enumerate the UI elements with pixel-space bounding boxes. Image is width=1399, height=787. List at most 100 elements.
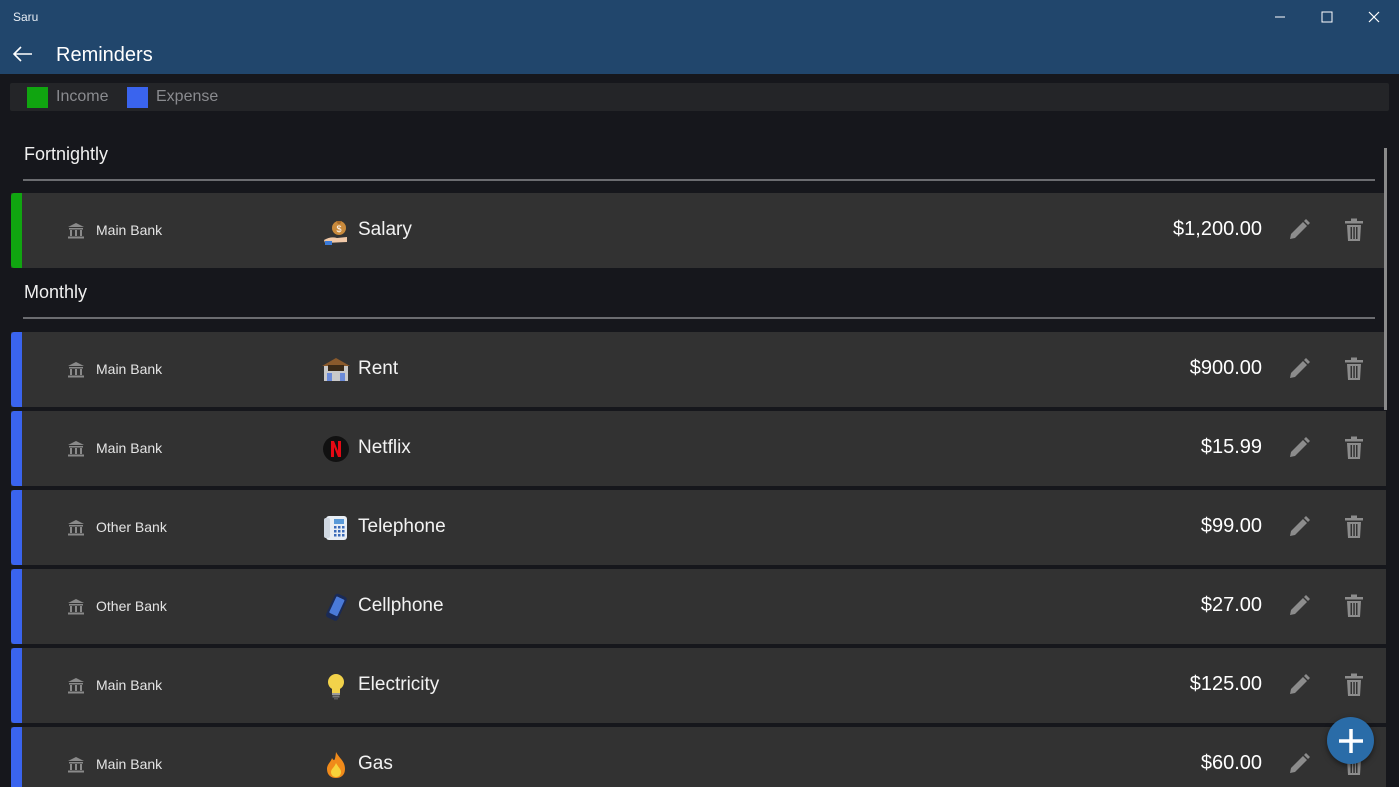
scrollbar[interactable] — [1384, 148, 1387, 410]
category-name: Gas — [358, 753, 393, 774]
bank-icon — [67, 519, 85, 536]
legend-label: Expense — [156, 88, 219, 105]
reminder-list[interactable]: Fortnightly Main Bank $ Salary $1,200.00 Mont… — [0, 112, 1399, 787]
bank-icon — [68, 757, 84, 773]
edit-button[interactable] — [1286, 514, 1312, 540]
trash-icon — [1345, 436, 1363, 459]
expense-indicator — [11, 490, 22, 565]
close-icon — [1368, 11, 1380, 23]
expense-indicator — [11, 648, 22, 723]
legend: Income Expense — [10, 83, 1389, 111]
pencil-icon — [1290, 753, 1310, 773]
bank-name: Main Bank — [96, 361, 163, 377]
back-button[interactable] — [8, 40, 38, 68]
category-name: Netflix — [358, 437, 411, 458]
close-button[interactable] — [1351, 4, 1397, 30]
delete-button[interactable] — [1342, 672, 1366, 698]
edit-button[interactable] — [1286, 751, 1312, 777]
reminder-row[interactable]: Main Bank Netflix $15.99 — [11, 411, 1386, 486]
amount: $15.99 — [1200, 436, 1262, 458]
page-title: Reminders — [56, 44, 153, 66]
edit-button[interactable] — [1286, 672, 1312, 698]
trash-icon — [1345, 594, 1363, 617]
reminder-row[interactable]: Main Bank Rent $900.00 — [11, 332, 1386, 407]
bank-icon — [67, 361, 85, 378]
money-bag-icon: $ — [320, 215, 352, 247]
expense-swatch — [127, 86, 148, 108]
bank-icon — [68, 223, 84, 239]
bank-icon — [67, 756, 85, 773]
trash-icon — [1345, 357, 1363, 380]
bank-icon — [67, 677, 85, 694]
minimize-button[interactable] — [1257, 4, 1303, 30]
house-icon — [320, 354, 352, 386]
group-divider — [23, 317, 1375, 319]
bank-icon — [68, 599, 84, 615]
legend-label: Income — [56, 88, 109, 105]
reminder-row[interactable]: Main Bank $ Salary $1,200.00 — [11, 193, 1386, 268]
bank-icon — [68, 678, 84, 694]
income-swatch — [27, 86, 48, 108]
bank-name: Main Bank — [96, 222, 163, 238]
amount: $60.00 — [1200, 752, 1262, 774]
bank-name: Main Bank — [96, 440, 163, 456]
edit-button[interactable] — [1286, 435, 1312, 461]
legend-item-expense: Expense — [127, 86, 219, 108]
pencil-icon — [1290, 674, 1310, 694]
category-name: Rent — [358, 358, 399, 379]
pencil-icon — [1290, 595, 1310, 615]
bank-icon — [68, 362, 84, 378]
group-divider — [23, 179, 1375, 181]
expense-indicator — [11, 411, 22, 486]
category-name: Cellphone — [358, 595, 444, 616]
amount: $900.00 — [1189, 357, 1262, 379]
trash-icon — [1345, 218, 1363, 241]
delete-button[interactable] — [1342, 217, 1366, 243]
reminder-row[interactable]: Main Bank Gas $60.00 — [11, 727, 1386, 787]
maximize-button[interactable] — [1304, 4, 1350, 30]
pencil-icon — [1290, 219, 1310, 239]
legend-item-income: Income — [27, 86, 109, 108]
expense-indicator — [11, 569, 22, 644]
bank-icon — [67, 440, 85, 457]
income-indicator — [11, 193, 22, 268]
expense-indicator — [11, 332, 22, 407]
expense-indicator — [11, 727, 22, 787]
bank-icon — [67, 598, 85, 615]
bank-name: Main Bank — [96, 756, 163, 772]
category-name: Telephone — [358, 516, 446, 537]
svg-text:$: $ — [336, 224, 341, 234]
delete-button[interactable] — [1342, 356, 1366, 382]
amount: $1,200.00 — [1173, 218, 1262, 240]
title-bar: Saru Reminders — [0, 0, 1399, 74]
amount: $99.00 — [1200, 515, 1262, 537]
plus-icon — [1338, 728, 1363, 753]
reminder-row[interactable]: Other Bank Cellphone $27.00 — [11, 569, 1386, 644]
trash-icon — [1345, 673, 1363, 696]
group-title: Fortnightly — [24, 144, 109, 164]
pencil-icon — [1290, 437, 1310, 457]
app-name: Saru — [13, 10, 39, 24]
category-name: Salary — [358, 219, 412, 240]
minimize-icon — [1275, 16, 1285, 18]
bank-icon — [67, 222, 85, 239]
reminder-row[interactable]: Other Bank Telephone $99.00 — [11, 490, 1386, 565]
amount: $27.00 — [1200, 594, 1262, 616]
delete-button[interactable] — [1342, 435, 1366, 461]
pencil-icon — [1290, 358, 1310, 378]
edit-button[interactable] — [1286, 217, 1312, 243]
reminder-row[interactable]: Main Bank Electricity $125.00 — [11, 648, 1386, 723]
edit-button[interactable] — [1286, 593, 1312, 619]
trash-icon — [1345, 515, 1363, 538]
telephone-icon — [320, 512, 352, 544]
add-reminder-button[interactable] — [1327, 717, 1374, 764]
lightbulb-icon — [320, 670, 352, 702]
netflix-icon — [320, 433, 352, 465]
delete-button[interactable] — [1342, 514, 1366, 540]
pencil-icon — [1290, 516, 1310, 536]
bank-name: Main Bank — [96, 677, 163, 693]
category-name: Electricity — [358, 674, 440, 695]
edit-button[interactable] — [1286, 356, 1312, 382]
bank-name: Other Bank — [96, 519, 167, 535]
delete-button[interactable] — [1342, 593, 1366, 619]
